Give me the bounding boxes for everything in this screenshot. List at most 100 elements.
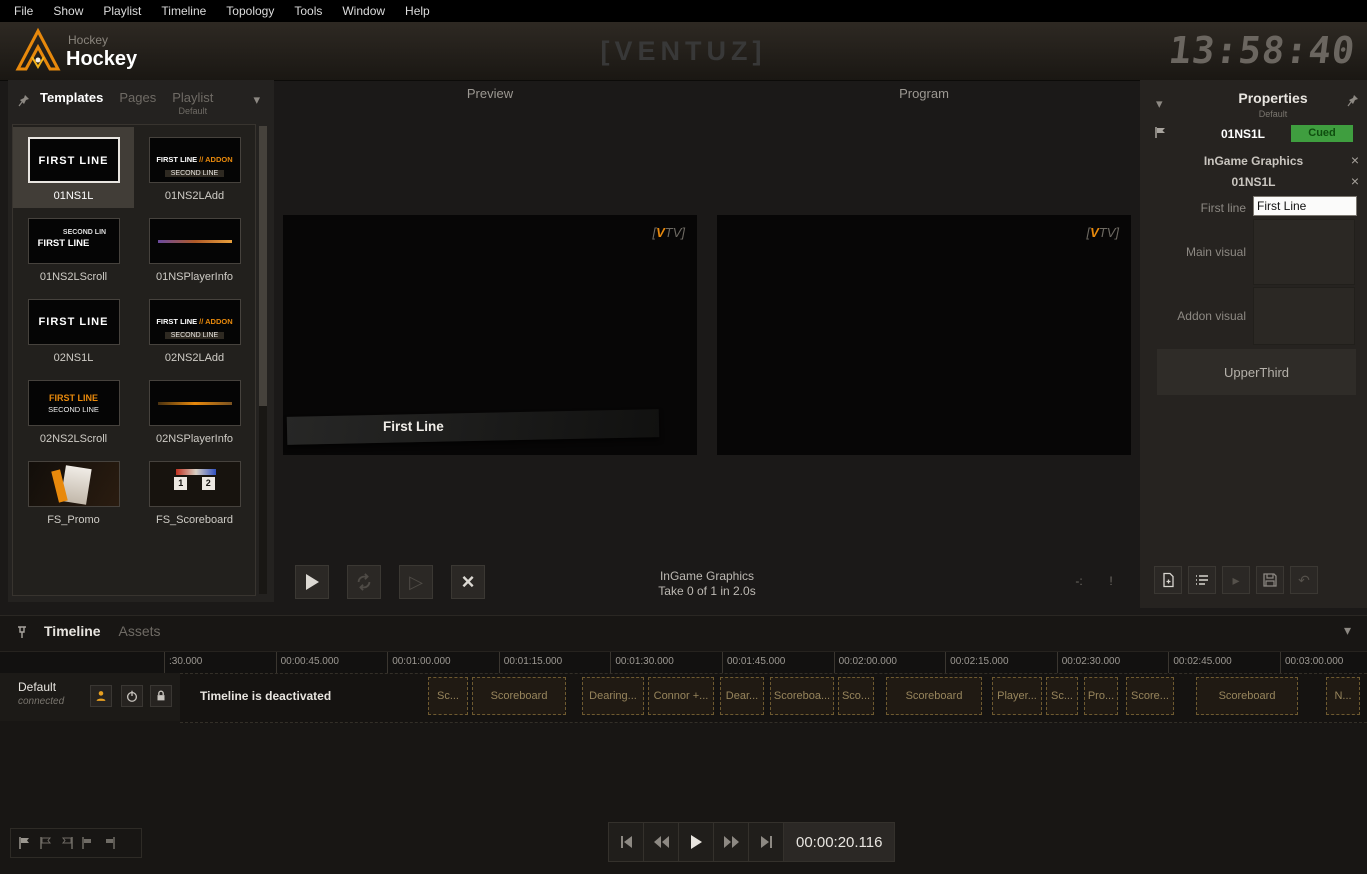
panel-tab[interactable]: Pages xyxy=(119,90,156,106)
chevron-down-icon[interactable]: ▾ xyxy=(1344,622,1351,639)
close-icon[interactable]: × xyxy=(1351,173,1359,189)
menu-item[interactable]: File xyxy=(4,1,43,21)
timeline-clip[interactable]: Scoreboard xyxy=(886,677,982,715)
template-item[interactable]: FIRST LINE// ADDON SECOND LINE 01NS2LAdd xyxy=(134,127,255,208)
timeline-clip[interactable]: Pro... xyxy=(1084,677,1118,715)
menu-item[interactable]: Topology xyxy=(216,1,284,21)
timeline-tabs: Timeline Assets xyxy=(44,623,161,639)
template-label: 01NSPlayerInfo xyxy=(156,271,233,283)
template-item[interactable]: FIRST LINE SECOND LINE 02NS2LScroll xyxy=(13,370,134,451)
scrollbar-thumb[interactable] xyxy=(259,126,267,406)
menu-item[interactable]: Tools xyxy=(284,1,332,21)
marker-icon[interactable] xyxy=(17,835,33,851)
save-icon xyxy=(1262,572,1278,588)
operator-button[interactable] xyxy=(90,685,112,707)
take-info-line1: InGame Graphics xyxy=(283,569,1131,584)
rewind-button[interactable] xyxy=(644,823,679,861)
template-label: 02NS1L xyxy=(54,352,94,364)
template-thumbnail: 1 2 xyxy=(149,461,241,507)
play-icon xyxy=(689,834,703,850)
template-thumbnail xyxy=(28,461,120,507)
take-bar: ▷ × InGame Graphics Take 0 of 1 in 2.0s … xyxy=(283,563,1131,605)
menu-item[interactable]: Help xyxy=(395,1,440,21)
marker-icon[interactable] xyxy=(59,835,75,851)
marker-icon[interactable] xyxy=(38,835,54,851)
timeline-clip[interactable]: Connor +... xyxy=(648,677,714,715)
apply-button[interactable]: ▸ xyxy=(1222,566,1250,594)
template-label: 01NS2LScroll xyxy=(40,271,107,283)
main-visual-dropzone[interactable] xyxy=(1253,219,1355,285)
upperthird-button[interactable]: UpperThird xyxy=(1156,348,1357,396)
pin-icon[interactable] xyxy=(16,625,28,644)
timeline-clip[interactable]: Dearing... xyxy=(582,677,644,715)
marker-icon[interactable] xyxy=(80,835,96,851)
menu-item[interactable]: Timeline xyxy=(151,1,216,21)
template-item[interactable]: 1 2 FS_Scoreboard xyxy=(134,451,255,532)
pin-icon[interactable] xyxy=(1347,94,1359,112)
template-item[interactable]: FS_Promo xyxy=(13,451,134,532)
template-item[interactable]: FIRST LINE 01NS1L xyxy=(13,127,134,208)
timeline-clip[interactable]: Score... xyxy=(1126,677,1174,715)
vtv-watermark: [VTV] xyxy=(1086,225,1119,240)
timeline-clip[interactable]: Sc... xyxy=(428,677,468,715)
menu-item[interactable]: Window xyxy=(332,1,395,21)
fast-forward-button[interactable] xyxy=(714,823,749,861)
template-item[interactable]: 02NSPlayerInfo xyxy=(134,370,255,451)
ventuz-director-window: FileShowPlaylistTimelineTopologyToolsWin… xyxy=(0,0,1367,874)
go-to-end-button[interactable] xyxy=(749,823,784,861)
lock-icon xyxy=(154,689,168,703)
undo-icon: ↶ xyxy=(1298,572,1310,589)
studio-clock: 13:58:40 xyxy=(1166,29,1357,72)
lock-button[interactable] xyxy=(150,685,172,707)
timeline-tab[interactable]: Timeline xyxy=(44,623,101,639)
template-item[interactable]: SECOND LIN FIRST LINE 01NS2LScroll xyxy=(13,208,134,289)
timeline-clip[interactable]: Dear... xyxy=(720,677,764,715)
close-icon[interactable]: × xyxy=(1351,152,1359,168)
program-monitor: [VTV] xyxy=(717,215,1131,455)
timeline-clip[interactable]: Player... xyxy=(992,677,1042,715)
timeline-clip[interactable]: N... xyxy=(1326,677,1360,715)
power-button[interactable] xyxy=(121,685,143,707)
timeline-tab[interactable]: Assets xyxy=(119,623,161,639)
skip-end-icon xyxy=(759,835,774,849)
timeline-clip[interactable]: Scoreboa... xyxy=(770,677,834,715)
timeline-clip[interactable]: Scoreboard xyxy=(472,677,566,715)
ruler-tick-label: 00:01:30.000 xyxy=(610,652,722,673)
properties-title: Properties xyxy=(1203,90,1343,106)
vtv-watermark: [VTV] xyxy=(652,225,685,240)
addon-visual-dropzone[interactable] xyxy=(1253,287,1355,345)
remove-step-button[interactable]: -: xyxy=(1068,571,1090,591)
timeline-clip[interactable]: Sco... xyxy=(838,677,874,715)
ruler-tick-label: :30.000 xyxy=(164,652,276,673)
properties-panel: ▾ Properties Default 01NS1L Cued InGame … xyxy=(1140,80,1367,608)
template-item[interactable]: FIRST LINE 02NS1L xyxy=(13,289,134,370)
chevron-down-icon[interactable]: ▾ xyxy=(1156,96,1163,112)
pin-icon[interactable] xyxy=(18,94,30,112)
go-to-start-button[interactable] xyxy=(609,823,644,861)
new-page-button[interactable] xyxy=(1154,566,1182,594)
menu-item[interactable]: Show xyxy=(43,1,93,21)
addon-visual-label: Addon visual xyxy=(1140,309,1246,323)
marker-icon[interactable] xyxy=(101,835,117,851)
template-item[interactable]: FIRST LINE// ADDON SECOND LINE 02NS2LAdd xyxy=(134,289,255,370)
first-line-input[interactable] xyxy=(1253,196,1357,216)
template-label: 01NS1L xyxy=(54,190,94,202)
alert-button[interactable]: ! xyxy=(1100,571,1122,591)
template-item[interactable]: 01NSPlayerInfo xyxy=(134,208,255,289)
templates-scrollbar[interactable] xyxy=(259,126,267,594)
panel-tab[interactable]: Templates xyxy=(40,90,103,106)
timeline-clip[interactable]: Sc... xyxy=(1046,677,1078,715)
undo-button[interactable]: ↶ xyxy=(1290,566,1318,594)
add-to-playlist-button[interactable] xyxy=(1188,566,1216,594)
header: Hockey Hockey [VENTUZ] 13:58:40 xyxy=(0,22,1367,81)
timeline-clip[interactable]: Scoreboard xyxy=(1196,677,1298,715)
panel-tab[interactable]: Playlist Default xyxy=(172,90,213,116)
templates-panel-tabs: Templates Pages Playlist Default xyxy=(40,90,213,116)
save-button[interactable] xyxy=(1256,566,1284,594)
chevron-down-icon[interactable]: ▾ xyxy=(253,92,260,108)
template-label: 01NS2LAdd xyxy=(165,190,224,202)
track-status: connected xyxy=(18,696,64,707)
menu-item[interactable]: Playlist xyxy=(93,1,151,21)
timeline-track[interactable]: Timeline is deactivated Sc...ScoreboardD… xyxy=(180,673,1367,723)
play-button[interactable] xyxy=(679,823,714,861)
